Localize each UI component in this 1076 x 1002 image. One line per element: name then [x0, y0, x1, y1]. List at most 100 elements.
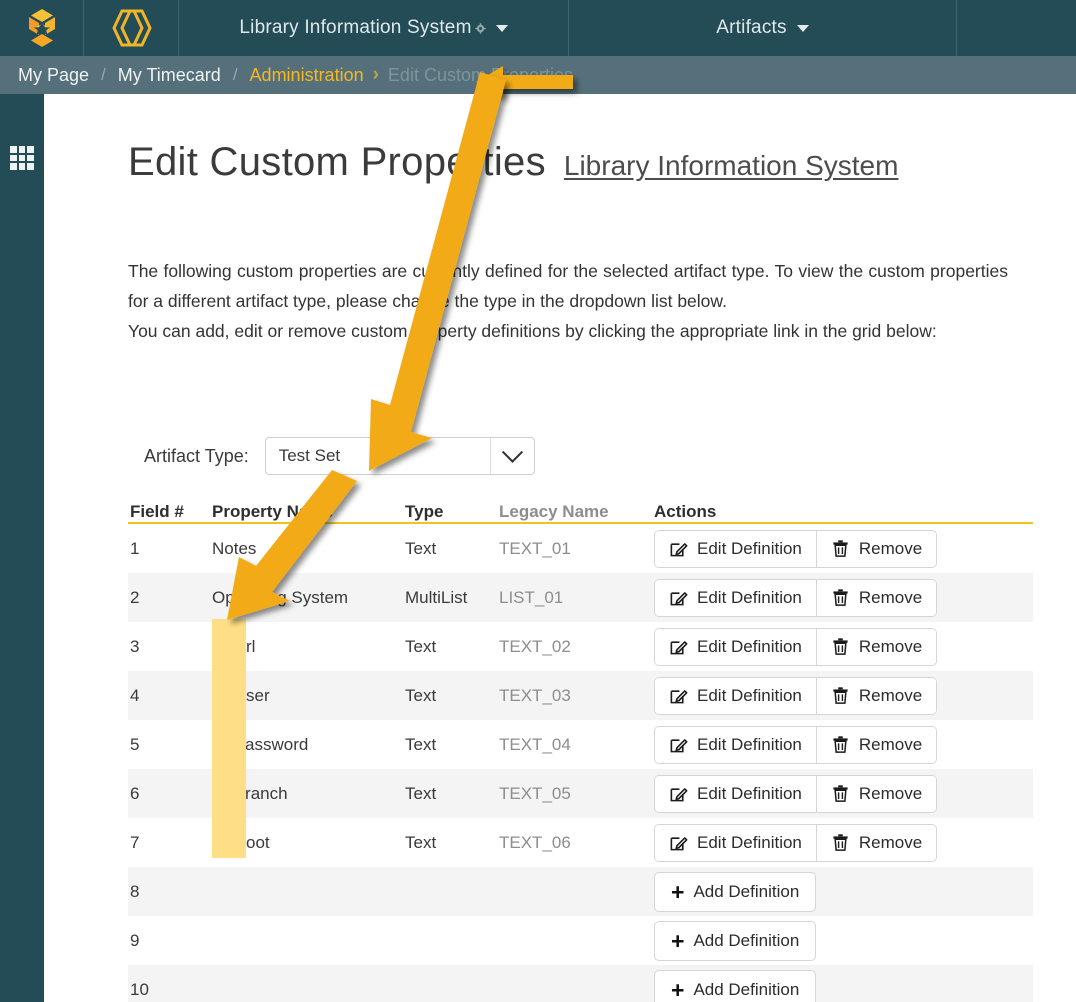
cell-field-number: 6	[130, 783, 140, 803]
plus-icon: +	[671, 878, 685, 905]
table-row: 5 GitPassword Text TEXT_04 Edit Definition Re…	[128, 720, 1033, 769]
cell-property-name: GitPassword	[212, 734, 309, 754]
cell-legacy-name: TEXT_02	[499, 636, 571, 656]
row-action-group: Edit Definition Remove	[654, 725, 938, 764]
edit-definition-button[interactable]: Edit Definition	[655, 579, 816, 616]
cell-actions: + Add Definition	[654, 920, 1033, 961]
row-action-group: Edit Definition Remove	[654, 529, 938, 568]
table-row: 7 GitRoot Text TEXT_06 Edit Definition Remove	[128, 818, 1033, 867]
remove-definition-label: Remove	[858, 538, 923, 558]
column-header-legacy: Legacy Name	[499, 502, 609, 521]
plus-icon: +	[671, 927, 685, 954]
cell-legacy-name: LIST_01	[499, 587, 564, 607]
add-definition-label: Add Definition	[693, 930, 800, 950]
edit-definition-button[interactable]: Edit Definition	[655, 628, 816, 665]
left-sidebar	[0, 94, 44, 1002]
trash-icon	[833, 687, 848, 704]
edit-definition-label: Edit Definition	[697, 538, 802, 558]
cell-field-number: 3	[130, 636, 140, 656]
trash-icon	[833, 785, 848, 802]
breadcrumb-item-my-page[interactable]: My Page	[18, 65, 89, 86]
hexagon-icon	[112, 9, 152, 47]
trash-icon	[833, 834, 848, 851]
table-row: 6 GitBranch Text TEXT_05 Edit Definition Remo…	[128, 769, 1033, 818]
page-title: Edit Custom Properties	[128, 140, 546, 184]
row-action-group: Edit Definition Remove	[654, 676, 938, 715]
topnav-spacer	[957, 0, 1076, 56]
cell-property-name: GitUser	[212, 685, 270, 705]
edit-definition-button[interactable]: Edit Definition	[655, 775, 816, 812]
artifact-type-label: Artifact Type:	[144, 445, 249, 466]
cell-field-number: 7	[130, 832, 140, 852]
chevron-down-icon	[495, 24, 508, 32]
table-body: 1 Notes Text TEXT_01 Edit Definition Remove 2 O…	[128, 524, 1033, 1002]
cell-actions: + Add Definition	[654, 969, 1033, 1002]
remove-definition-button[interactable]: Remove	[815, 579, 937, 616]
remove-definition-label: Remove	[858, 587, 923, 607]
trash-icon	[833, 589, 848, 606]
remove-definition-label: Remove	[858, 783, 923, 803]
pencil-square-icon	[670, 641, 688, 655]
edit-definition-button[interactable]: Edit Definition	[655, 530, 816, 567]
add-definition-button[interactable]: + Add Definition	[654, 871, 817, 912]
add-definition-label: Add Definition	[693, 979, 800, 999]
cell-field-number: 8	[130, 881, 140, 901]
cell-legacy-name: TEXT_01	[499, 538, 571, 558]
cell-actions: Edit Definition Remove	[654, 627, 1033, 666]
cell-legacy-name: TEXT_04	[499, 734, 571, 754]
cell-type: Text	[405, 783, 437, 803]
hexagon-nav-button[interactable]	[84, 0, 179, 56]
edit-definition-button[interactable]: Edit Definition	[655, 824, 816, 861]
remove-definition-button[interactable]: Remove	[815, 677, 937, 714]
table-row: 2 Operating System MultiList LIST_01 Edit De…	[128, 573, 1033, 622]
table-row: 8 + Add Definition	[128, 867, 1033, 916]
breadcrumb-item-edit-custom-properties: Edit Custom Properties	[387, 64, 573, 85]
artifact-type-select[interactable]: Test Set	[264, 437, 535, 475]
breadcrumb-item-administration[interactable]: Administration	[250, 65, 364, 86]
cell-type: MultiList	[405, 587, 468, 607]
trash-icon	[833, 540, 848, 557]
breadcrumb-chevron-icon: ›	[372, 64, 379, 85]
app-logo-button[interactable]	[0, 0, 84, 56]
grid-menu-icon[interactable]	[10, 146, 34, 170]
artifact-type-value: Test Set	[278, 446, 341, 465]
trash-icon	[833, 736, 848, 753]
project-selector[interactable]: Library Information System	[179, 0, 569, 56]
breadcrumb-item-my-timecard[interactable]: My Timecard	[118, 65, 221, 86]
remove-definition-button[interactable]: Remove	[815, 628, 937, 665]
row-action-group: Edit Definition Remove	[654, 578, 938, 617]
edit-definition-button[interactable]: Edit Definition	[655, 726, 816, 763]
remove-definition-button[interactable]: Remove	[815, 530, 937, 567]
project-link[interactable]: Library Information System	[564, 150, 899, 182]
artifact-type-dropdown-toggle[interactable]	[489, 438, 534, 474]
cell-actions: + Add Definition	[654, 871, 1033, 912]
cell-property-name: GitRoot	[212, 832, 270, 852]
edit-definition-label: Edit Definition	[697, 734, 802, 754]
remove-definition-button[interactable]: Remove	[815, 824, 937, 861]
page-content: Edit Custom Properties Library Informati…	[44, 94, 1076, 1002]
cell-type: Text	[405, 636, 437, 656]
remove-definition-button[interactable]: Remove	[815, 775, 937, 812]
cell-type: Text	[405, 832, 437, 852]
pencil-square-icon	[670, 837, 688, 851]
remove-definition-button[interactable]: Remove	[815, 726, 937, 763]
add-definition-button[interactable]: + Add Definition	[654, 969, 817, 1002]
add-definition-label: Add Definition	[693, 881, 800, 901]
remove-definition-label: Remove	[858, 832, 923, 852]
cell-field-number: 2	[130, 587, 140, 607]
app-root: Library Information System Artifacts My …	[0, 0, 1076, 1002]
cell-type: Text	[405, 734, 437, 754]
edit-definition-label: Edit Definition	[697, 783, 802, 803]
cell-legacy-name: TEXT_06	[499, 832, 571, 852]
edit-definition-button[interactable]: Edit Definition	[655, 677, 816, 714]
remove-definition-label: Remove	[858, 636, 923, 656]
artifacts-menu[interactable]: Artifacts	[569, 0, 957, 56]
gear-icon	[474, 21, 486, 34]
breadcrumb: My Page / My Timecard / Administration ›…	[0, 56, 1076, 94]
cell-actions: Edit Definition Remove	[654, 676, 1033, 715]
add-definition-button[interactable]: + Add Definition	[654, 920, 817, 961]
cell-actions: Edit Definition Remove	[654, 823, 1033, 862]
table-row: 3 GitUrl Text TEXT_02 Edit Definition Remove	[128, 622, 1033, 671]
remove-definition-label: Remove	[858, 685, 923, 705]
cell-field-number: 4	[130, 685, 140, 705]
